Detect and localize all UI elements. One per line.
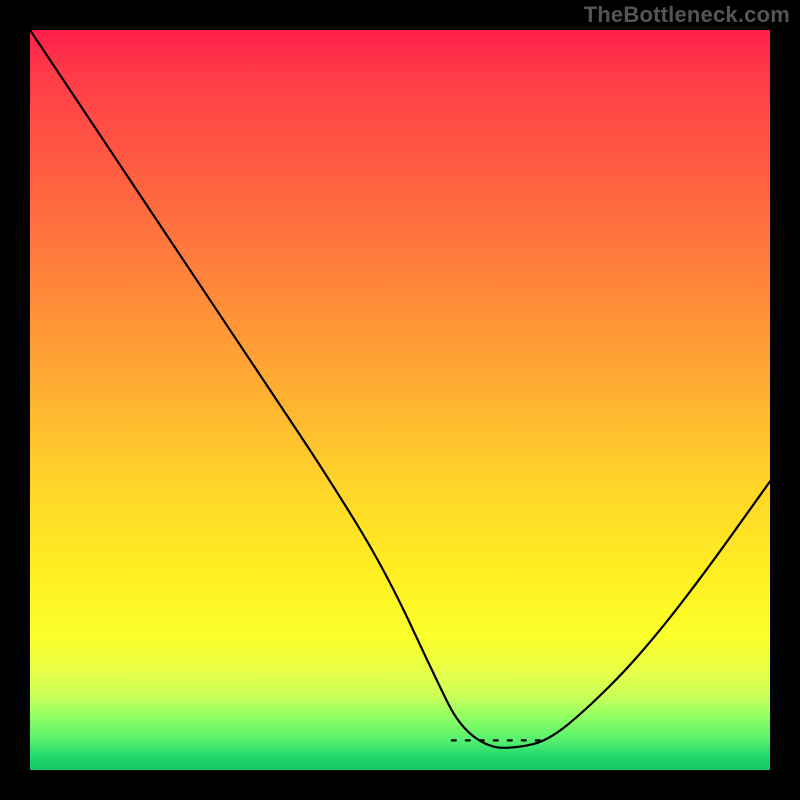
plot-area <box>30 30 770 770</box>
chart-frame: TheBottleneck.com <box>0 0 800 800</box>
curve-layer <box>30 30 770 770</box>
watermark-text: TheBottleneck.com <box>584 2 790 28</box>
bottleneck-curve <box>30 30 770 748</box>
